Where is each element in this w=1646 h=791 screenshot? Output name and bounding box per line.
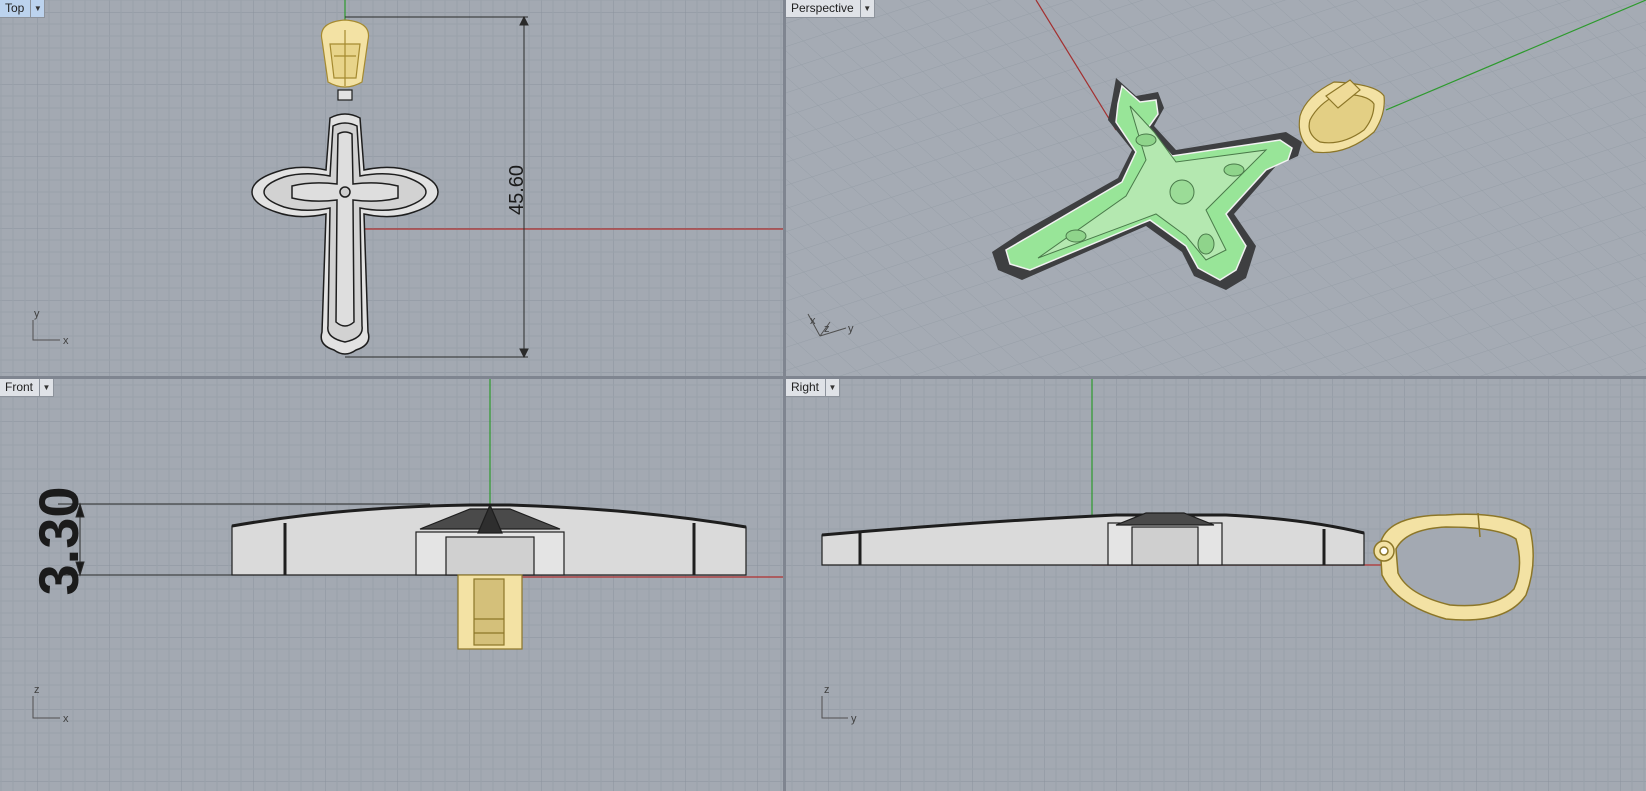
- chevron-down-icon[interactable]: ▼: [859, 0, 874, 17]
- viewport-title[interactable]: Front: [0, 379, 39, 396]
- axis-label-x: x: [63, 713, 69, 725]
- viewport-perspective[interactable]: Perspective ▼ z x y: [786, 0, 1646, 376]
- axis-label-y: y: [851, 713, 857, 725]
- top-canvas[interactable]: 45.60 y x: [0, 0, 783, 376]
- chevron-down-icon[interactable]: ▼: [39, 379, 53, 396]
- viewport-tab-right[interactable]: Right ▼: [786, 379, 841, 397]
- cross-model-front: [231, 503, 747, 576]
- viewport-front[interactable]: Front ▼ 3.30 z x: [0, 379, 783, 791]
- viewport-title[interactable]: Top: [0, 0, 30, 17]
- viewport-title[interactable]: Perspective: [786, 0, 860, 17]
- viewport-tab-top[interactable]: Top ▼: [0, 0, 46, 18]
- axis-label-z: z: [824, 323, 830, 335]
- viewport-top[interactable]: Top ▼ 45.60 y x: [0, 0, 783, 376]
- axis-label-x: x: [63, 335, 69, 347]
- right-canvas[interactable]: z y: [786, 379, 1646, 791]
- axis-label-y: y: [34, 308, 40, 320]
- axis-label-z: z: [34, 684, 40, 696]
- bail-model-front: [457, 574, 523, 650]
- viewport-tab-front[interactable]: Front ▼: [0, 379, 55, 397]
- perspective-canvas[interactable]: z x y: [786, 0, 1646, 376]
- viewport-title[interactable]: Right: [786, 379, 825, 396]
- axis-label-x: x: [810, 315, 816, 327]
- front-canvas[interactable]: 3.30 z x: [0, 379, 783, 791]
- viewport-tab-perspective[interactable]: Perspective ▼: [786, 0, 875, 18]
- viewport-right[interactable]: Right ▼ z y: [786, 379, 1646, 791]
- dimension-height-label: 45.60: [506, 165, 528, 215]
- chevron-down-icon[interactable]: ▼: [30, 0, 44, 17]
- axis-label-z: z: [824, 684, 830, 696]
- axis-label-y: y: [848, 323, 854, 335]
- dimension-thickness-label: 3.30: [27, 487, 90, 596]
- chevron-down-icon[interactable]: ▼: [825, 379, 839, 396]
